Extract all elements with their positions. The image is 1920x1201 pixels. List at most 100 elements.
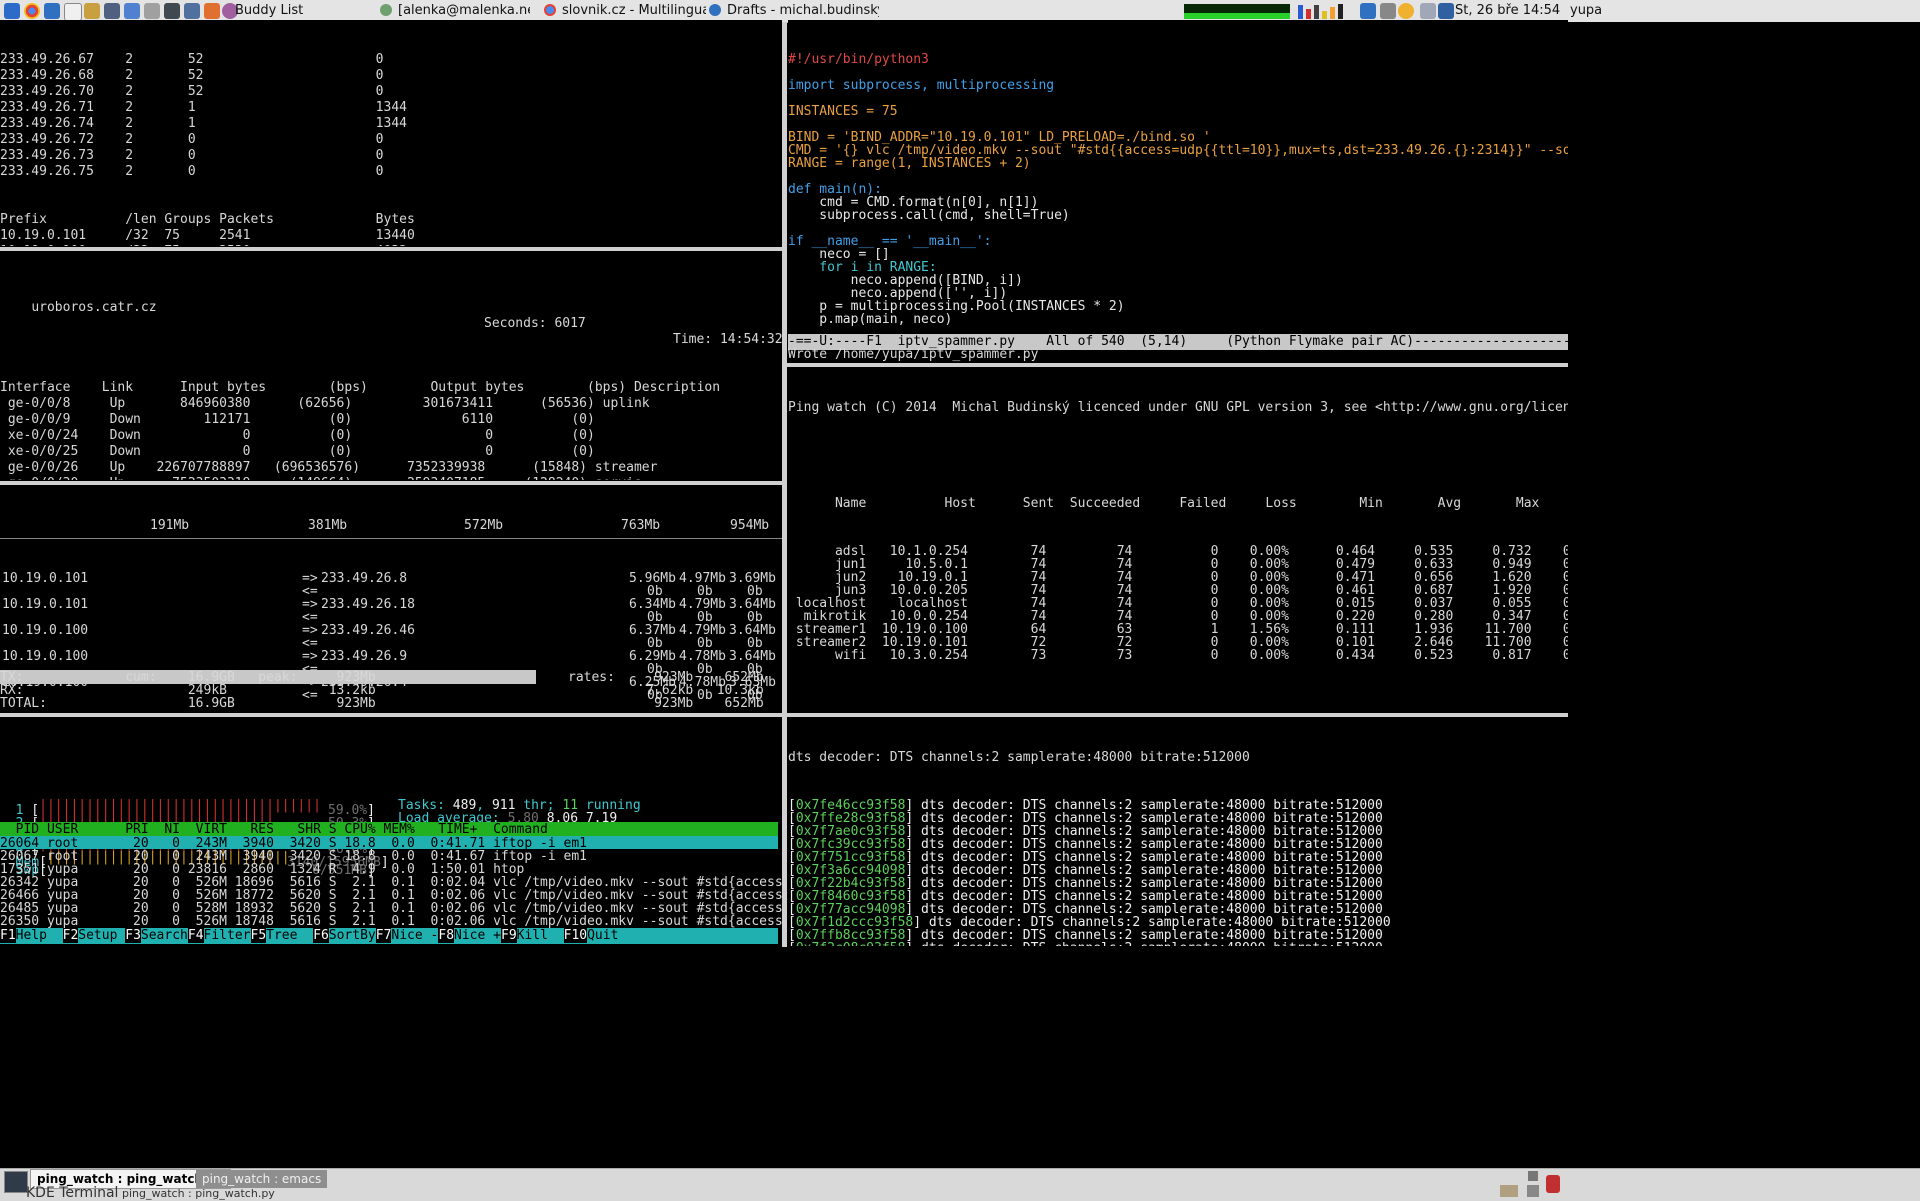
battery-icon[interactable] (1420, 3, 1436, 19)
fkey-key[interactable]: F2 (62, 928, 79, 943)
display-icon[interactable] (1438, 3, 1454, 19)
ping-row: wifi 10.3.0.254 73 73 0 0.00% 0.434 0.52… (788, 648, 1568, 663)
vlc-log: [0x7fe46cc93f58] dts decoder: DTS channe… (788, 798, 1568, 946)
mail-icon (709, 4, 721, 16)
code-line: BIND = 'BIND_ADDR="10.19.0.101" LD_PRELO… (788, 130, 1211, 145)
process-row[interactable]: 26064 root 20 0 243M 3940 3420 S 18.8 0.… (0, 836, 778, 851)
emacs-minibuffer[interactable]: Wrote /home/yupa/iptv_spammer.py (788, 347, 1568, 362)
pane-separator[interactable] (787, 713, 1568, 717)
smiley-icon[interactable] (1398, 3, 1414, 19)
task-drafts[interactable]: Drafts - michal.budinsky@c... (709, 0, 879, 22)
kde-menu-icon[interactable] (4, 3, 20, 19)
fkey-key[interactable]: F6 (313, 928, 329, 943)
fkey-label[interactable]: Filter (204, 928, 251, 943)
bottom-panel: ping_watch : ping_watch.py ping_watch : … (0, 1168, 1920, 1201)
terminal-pane-htop[interactable]: 1 [|||||||||||||||||||||||||||||||||||| 5… (0, 718, 782, 946)
tool-icon[interactable] (1380, 3, 1396, 19)
fkey-key[interactable]: F8 (438, 928, 455, 943)
fkey-key[interactable]: F4 (187, 928, 204, 943)
vlc-log-line: [0x7ffb8cc93f58] dts decoder: DTS channe… (788, 928, 1568, 943)
vlc-log-line: [0x7f77acc94098] dts decoder: DTS channe… (788, 902, 1568, 917)
vlc-log-line: [0x7f3a6cc94098] dts decoder: DTS channe… (788, 863, 1568, 878)
fkey-key[interactable]: F7 (375, 928, 392, 943)
scale-label: 191Mb (150, 518, 190, 533)
bluetooth-icon[interactable] (1360, 3, 1376, 19)
paint-icon[interactable] (84, 3, 100, 19)
pane-separator[interactable] (0, 481, 782, 485)
network-icon[interactable] (184, 3, 200, 19)
process-row[interactable]: 26067 root 20 0 243M 3940 3420 S 18.8 0.… (0, 849, 778, 864)
total-label: TOTAL: 16.9GB 923Mb (0, 696, 376, 711)
terminal-pane-interface-monitor[interactable]: uroboros.catr.cz Seconds: 6017 Time: 14:… (0, 252, 782, 480)
process-row[interactable]: 26466 yupa 20 0 526M 18772 5620 S 2.1 0.… (0, 888, 782, 903)
terminal-pane-vlc-output[interactable]: dts decoder: DTS channels:2 samplerate:4… (788, 718, 1568, 946)
fkey-key[interactable]: F1 (0, 928, 16, 943)
clock[interactable]: St, 26 bře 14:54 (1455, 0, 1565, 22)
vlc-log-line: [0x7f1d2ccc93f58] dts decoder: DTS chann… (788, 915, 1568, 930)
ping-row: streamer2 10.19.0.101 72 72 0 0.00% 0.10… (788, 635, 1568, 650)
tasks-line: Tasks: 489, 911 thr; 11 running (398, 798, 641, 813)
terminal-pane-iftop[interactable]: 191Mb 381Mb 572Mb 763Mb 954Mb 10.19.0.10… (0, 486, 782, 712)
home-icon[interactable] (204, 3, 220, 19)
fkey-key[interactable]: F10 (563, 928, 588, 943)
mroute-line: 233.49.26.71 2 1 1344 (0, 100, 407, 115)
pane-separator[interactable] (787, 363, 1568, 367)
decoder-address: 0x7f2c08c93f58 (796, 941, 906, 946)
emacs-pane[interactable]: #!/usr/bin/python3 import subprocess, mul… (788, 20, 1568, 362)
fkey-label[interactable]: Kill (517, 928, 564, 943)
pane-separator[interactable] (0, 247, 782, 251)
close-icon[interactable] (1527, 1185, 1539, 1197)
ifmon-line: ge-0/0/30 Up 7523503319 (149664) 2593407… (0, 476, 782, 480)
vlc-log-line: [0x7f751cc93f58] dts decoder: DTS channe… (788, 850, 1568, 865)
code-line: neco.append(['', i]) (788, 286, 1008, 301)
fkey-label[interactable]: Nice + (454, 928, 501, 943)
chrome-icon (544, 4, 556, 16)
task-buddy-list[interactable]: Buddy List (235, 0, 375, 22)
thunderbird-icon[interactable] (44, 3, 60, 19)
fkey-label[interactable]: Help (16, 928, 63, 943)
vlc-log-line: [0x7f22b4c93f58] dts decoder: DTS channe… (788, 876, 1568, 891)
task-alenka[interactable]: [alenka@malenka.net] (380, 0, 530, 22)
task-slovnik[interactable]: slovnik.cz - Multilingual Dict... (544, 0, 706, 22)
process-row[interactable]: 26485 yupa 20 0 528M 18932 5620 S 2.1 0.… (0, 901, 782, 916)
terminal-pane-ping-watch[interactable]: Ping watch (C) 2014 Michal Budinský lice… (788, 368, 1568, 712)
process-row[interactable]: 26350 yupa 20 0 526M 18748 5616 S 2.1 0.… (0, 914, 782, 929)
tab-emacs[interactable]: ping_watch : emacs (196, 1170, 328, 1188)
fkey-label[interactable]: Search (141, 928, 188, 943)
cpu-meter: 1 [|||||||||||||||||||||||||||||||||||| 5… (0, 798, 782, 818)
vlc-log-line: [0x7fe46cc93f58] dts decoder: DTS channe… (788, 798, 1568, 813)
settings-icon[interactable] (1528, 1171, 1538, 1181)
fkey-key[interactable]: F5 (250, 928, 267, 943)
code-editor[interactable]: #!/usr/bin/python3 import subprocess, mul… (788, 52, 1568, 327)
code-line: neco.append([BIND, i]) (788, 273, 1023, 288)
vlc-log-line: [0x7f7ae0c93f58] dts decoder: DTS channe… (788, 824, 1568, 839)
fkey-label[interactable]: Nice - (391, 928, 438, 943)
pane-separator[interactable] (0, 713, 782, 717)
process-row[interactable]: 17351 yupa 20 0 23816 2860 1324 R 4.9 0.… (0, 862, 778, 877)
app-icon[interactable] (164, 3, 180, 19)
htop-function-keys[interactable]: F1Help F2Setup F3SearchF4FilterF5Tree F6… (0, 928, 778, 944)
screenshot-icon[interactable] (124, 3, 140, 19)
mroute-output: 233.49.26.67 2 52 0 233.49.26.68 2 52 0 23… (0, 52, 782, 246)
fkey-label[interactable]: Tree (266, 928, 313, 943)
flow-destination: 233.49.26.8 (321, 571, 408, 586)
fkey-key[interactable]: F9 (501, 928, 517, 943)
chrome-icon[interactable] (24, 3, 40, 19)
process-row[interactable]: 26342 yupa 20 0 526M 18696 5616 S 2.1 0.… (0, 875, 782, 890)
ifmon-host: uroboros.catr.cz (31, 300, 157, 315)
user-name[interactable]: yupa (1570, 0, 1610, 22)
pane-separator-vertical[interactable] (782, 22, 787, 947)
fkey-key[interactable]: F3 (125, 928, 141, 943)
fkey-label[interactable]: Setup (78, 928, 125, 943)
fkey-label[interactable]: SortBy (329, 928, 376, 943)
htop-process-list[interactable]: 26064 root 20 0 243M 3940 3420 S 18.8 0.… (0, 836, 782, 929)
terminal-launcher-icon[interactable] (104, 3, 120, 19)
text-editor-icon[interactable] (64, 3, 82, 21)
terminal-pane-multicast-routes[interactable]: 233.49.26.67 2 52 0 233.49.26.68 2 52 0 23… (0, 20, 782, 246)
keyboard-icon[interactable] (1500, 1185, 1518, 1197)
fkey-label[interactable]: Quit (587, 928, 618, 943)
memory-bars (1294, 4, 1354, 19)
calculator-icon[interactable] (144, 3, 160, 19)
lock-icon[interactable] (1546, 1175, 1560, 1193)
